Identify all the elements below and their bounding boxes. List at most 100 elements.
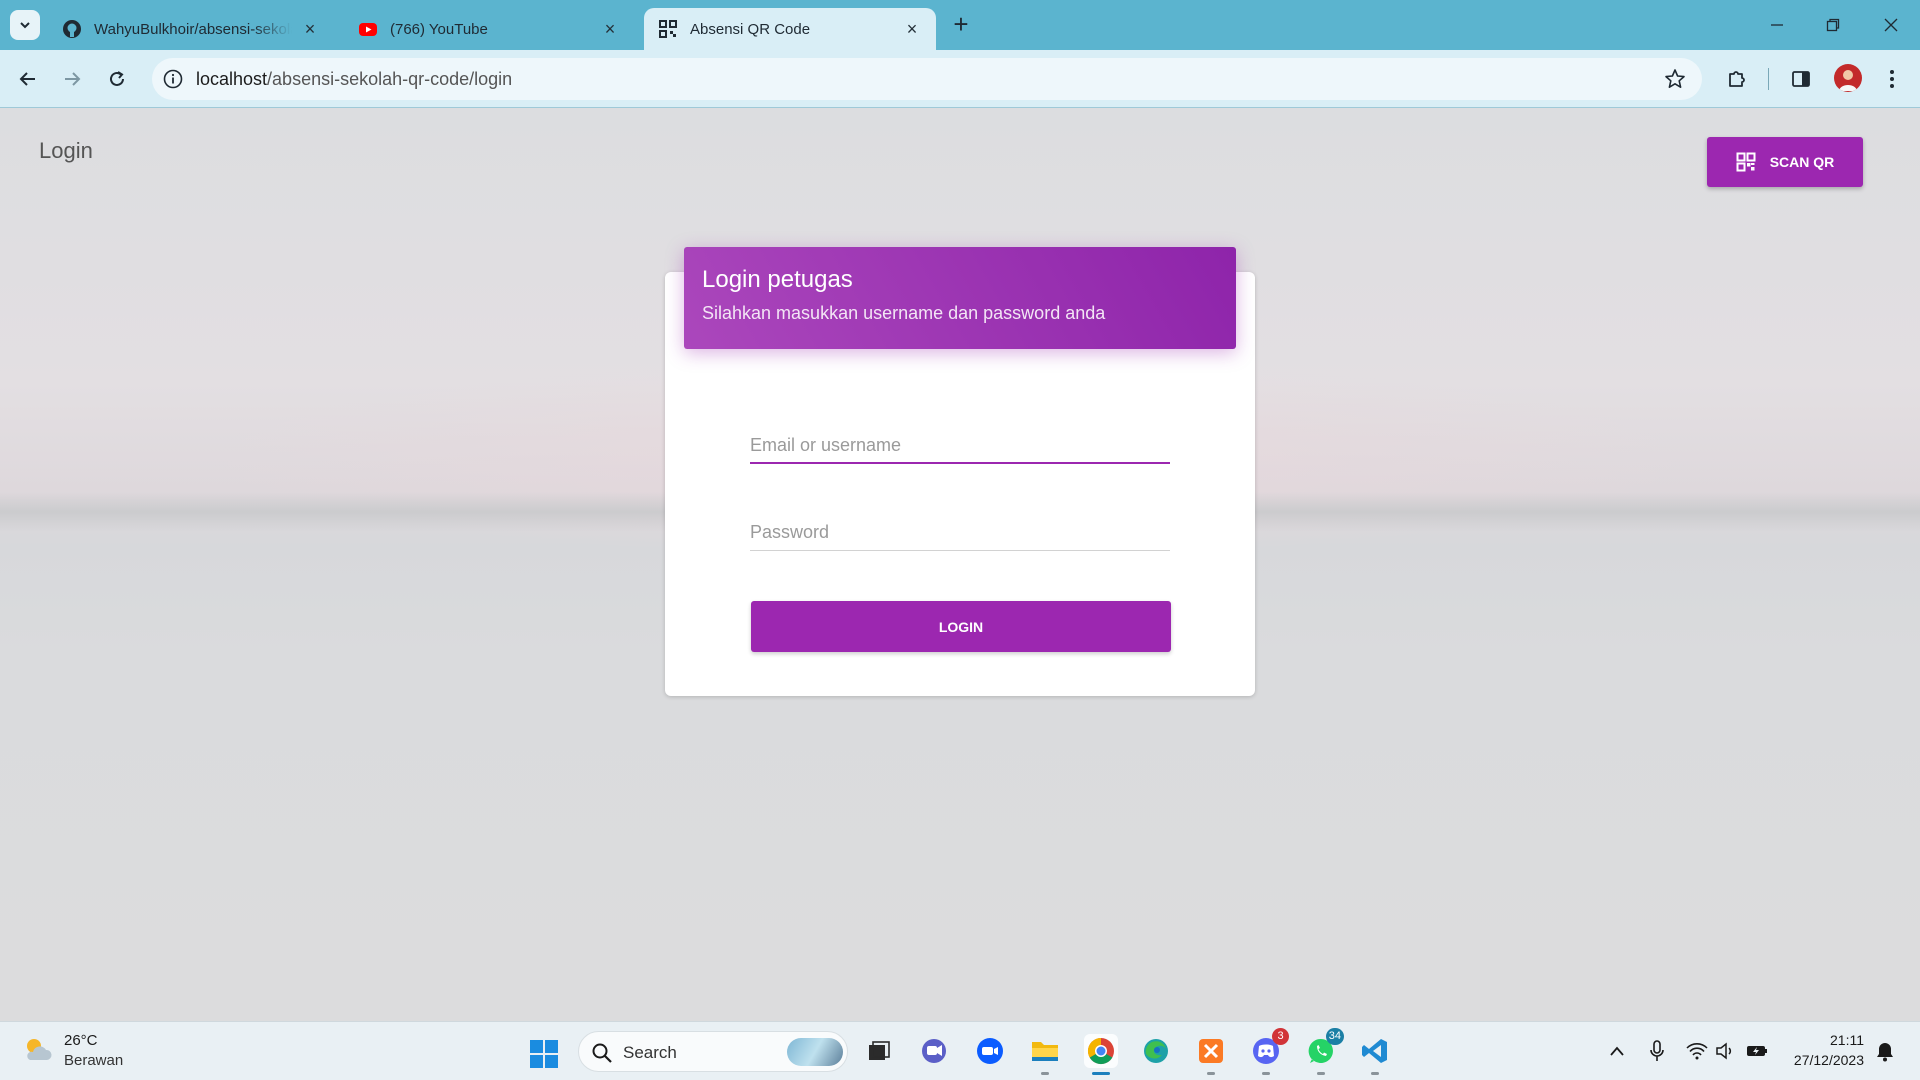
username-field[interactable] [750,414,1170,464]
password-input[interactable] [750,501,1170,551]
url-path: /absensi-sekolah-qr-code/login [267,69,513,89]
vscode-icon [1362,1039,1387,1063]
back-button[interactable] [13,64,43,94]
browser-tabstrip: WahyuBulkhoir/absensi-sekolah-qr-code × … [0,0,1920,50]
discord-badge: 3 [1272,1028,1289,1045]
minimize-button[interactable] [1764,12,1790,38]
username-underline [750,462,1170,464]
login-card-title: Login petugas [702,266,853,293]
folder-icon [1032,1042,1058,1061]
close-icon[interactable]: × [300,19,320,39]
wifi-icon [1686,1043,1708,1060]
microphone-icon [1650,1040,1664,1061]
chrome-icon [1087,1037,1114,1065]
arrow-right-icon [65,72,81,86]
address-bar[interactable]: localhost/absensi-sekolah-qr-code/login [152,58,1702,100]
close-icon[interactable]: × [600,19,620,39]
reload-icon [110,71,124,86]
scan-qr-button[interactable]: SCAN QR [1707,137,1863,187]
tray-wifi[interactable] [1686,1040,1708,1062]
taskbar-app-xampp[interactable] [1194,1034,1228,1075]
tray-microphone[interactable] [1646,1040,1668,1062]
close-icon [1884,18,1898,32]
browser-toolbar: localhost/absensi-sekolah-qr-code/login [0,50,1920,108]
profile-avatar[interactable] [1834,64,1862,92]
info-icon[interactable] [162,68,184,90]
youtube-icon [359,23,377,36]
login-card-header: Login petugas Silahkan masukkan username… [684,247,1236,349]
taskbar-app-discord[interactable]: 3 [1249,1028,1289,1075]
tab-title: (766) YouTube [390,20,488,38]
forward-button[interactable] [57,64,87,94]
tray-battery[interactable] [1746,1040,1768,1062]
tab-absensi-qr[interactable]: Absensi QR Code × [644,8,936,50]
minimize-icon [1771,24,1783,26]
login-button[interactable]: LOGIN [751,601,1171,652]
restore-icon [1826,18,1840,32]
new-tab-button[interactable]: + [948,11,974,38]
weather-cloudy-icon[interactable] [22,1034,54,1066]
battery-charging-icon [1747,1046,1767,1056]
login-card-subtitle: Silahkan masukkan username dan password … [702,303,1106,323]
whatsapp-badge: 34 [1325,1028,1344,1045]
avatar-icon [1839,70,1857,91]
taskbar-app-task-view[interactable] [862,1034,896,1068]
restore-button[interactable] [1820,12,1846,38]
taskbar-clock-time[interactable]: 21:11 [1830,1032,1864,1048]
scan-qr-label: SCAN QR [1769,154,1835,170]
weather-description: Berawan [64,1052,124,1069]
tab-search-button[interactable] [10,10,40,40]
window-close-button[interactable] [1878,12,1904,38]
notification-bell-icon[interactable] [1874,1041,1896,1063]
chevron-down-icon [20,22,30,29]
tray-overflow-button[interactable] [1606,1040,1628,1062]
taskbar-app-vscode[interactable] [1358,1034,1392,1075]
browser-menu-button[interactable] [1877,64,1907,94]
search-highlight-image [787,1038,843,1066]
taskbar-clock-date[interactable]: 27/12/2023 [1794,1052,1864,1068]
tab-title: Absensi QR Code [690,20,811,38]
url-text[interactable]: localhost/absensi-sekolah-qr-code/login [196,69,512,90]
side-panel-icon [1792,71,1810,87]
tray-volume[interactable] [1714,1040,1736,1062]
password-field[interactable] [750,501,1170,551]
qr-code-icon [1736,152,1756,172]
teams-chat-icon [922,1039,946,1063]
more-vert-icon [1890,70,1894,88]
qr-code-icon [659,20,677,38]
edge-icon [1144,1039,1168,1063]
side-panel-button[interactable] [1786,64,1816,94]
volume-icon [1716,1042,1732,1060]
puzzle-icon [1729,71,1745,87]
taskbar-app-chrome[interactable] [1084,1034,1118,1075]
tab-github[interactable]: WahyuBulkhoir/absensi-sekolah-qr-code × [48,8,334,50]
taskbar-app-file-explorer[interactable] [1028,1034,1062,1075]
reload-button[interactable] [102,64,132,94]
windows-taskbar: 26°C Berawan Search 3 34 21:11 27/12/202… [0,1021,1920,1080]
star-icon[interactable] [1664,68,1686,90]
github-icon [63,20,81,38]
windows-start-icon[interactable] [529,1039,559,1069]
taskbar-app-edge[interactable] [1139,1034,1173,1068]
page-viewport: Login SCAN QR Login petugas Silahkan mas… [0,109,1920,1021]
tab-title: WahyuBulkhoir/absensi-sekolah-qr-code [94,20,292,38]
arrow-left-icon [19,72,35,86]
taskbar-app-teams-chat[interactable] [917,1034,951,1068]
weather-temperature: 26°C [64,1032,98,1049]
extensions-button[interactable] [1722,64,1752,94]
close-icon[interactable]: × [902,19,922,39]
task-view-icon [869,1041,890,1060]
tab-youtube[interactable]: (766) YouTube × [344,8,634,50]
zoom-icon [977,1038,1003,1064]
username-input[interactable] [750,414,1170,464]
page-title: Login [39,138,93,163]
password-underline [750,550,1170,551]
taskbar-app-whatsapp[interactable]: 34 [1304,1028,1344,1075]
url-host: localhost [196,69,268,89]
taskbar-search[interactable]: Search [578,1031,848,1072]
taskbar-app-zoom[interactable] [973,1034,1007,1068]
xampp-icon [1199,1039,1223,1063]
toolbar-divider [1768,68,1769,90]
search-placeholder: Search [623,1043,677,1062]
chevron-up-icon [1610,1046,1624,1056]
